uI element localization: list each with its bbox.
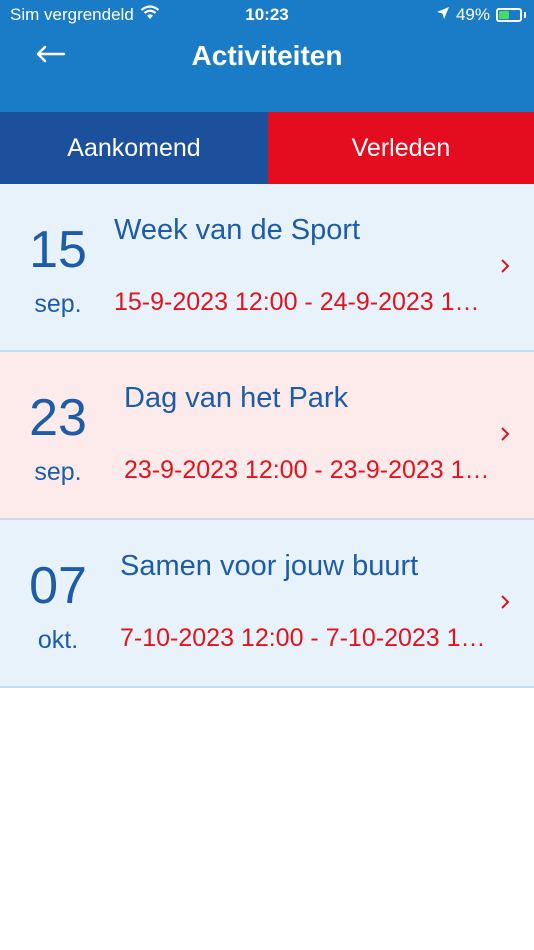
chevron-right-icon — [500, 258, 510, 279]
activity-list: 15 sep. Week van de Sport 15-9-2023 12:0… — [0, 184, 534, 688]
battery-icon — [496, 8, 522, 22]
activity-item[interactable]: 15 sep. Week van de Sport 15-9-2023 12:0… — [0, 184, 534, 352]
tab-bar: Aankomend Verleden — [0, 112, 534, 184]
activity-dates: 15-9-2023 12:00 - 24-9-2023 12:00 — [114, 288, 482, 316]
activity-day: 15 — [29, 221, 87, 279]
status-bar: Sim vergrendeld 10:23 49% — [0, 0, 534, 30]
location-arrow-icon — [436, 5, 450, 25]
tab-upcoming[interactable]: Aankomend — [0, 112, 268, 184]
battery-level-fill — [499, 11, 509, 19]
activity-month: okt. — [37, 626, 79, 654]
activity-day: 23 — [29, 389, 87, 447]
activity-day: 07 — [29, 557, 87, 615]
activity-dates: 7-10-2023 12:00 - 7-10-2023 12:00 — [120, 624, 488, 652]
status-right: 49% — [436, 5, 526, 25]
activity-name: Samen voor jouw buurt — [120, 550, 419, 582]
activity-item[interactable]: 07 okt. Samen voor jouw buurt 7-10-2023 … — [0, 520, 534, 688]
activity-month: sep. — [34, 458, 82, 486]
chevron-right-icon — [500, 594, 510, 615]
page-title: Activiteiten — [191, 40, 343, 71]
activity-dates: 23-9-2023 12:00 - 23-9-2023 12:00 — [124, 456, 492, 484]
battery-cap — [524, 12, 526, 18]
activity-name: Week van de Sport — [114, 214, 361, 246]
activity-name: Dag van het Park — [124, 382, 349, 414]
app-header: Sim vergrendeld 10:23 49% Activiteiten — [0, 0, 534, 112]
chevron-right-icon — [500, 426, 510, 447]
battery-percentage: 49% — [455, 5, 490, 24]
activity-item[interactable]: 23 sep. Dag van het Park 23-9-2023 12:00… — [0, 352, 534, 520]
activity-month: sep. — [34, 290, 82, 318]
tab-past[interactable]: Verleden — [268, 112, 534, 184]
